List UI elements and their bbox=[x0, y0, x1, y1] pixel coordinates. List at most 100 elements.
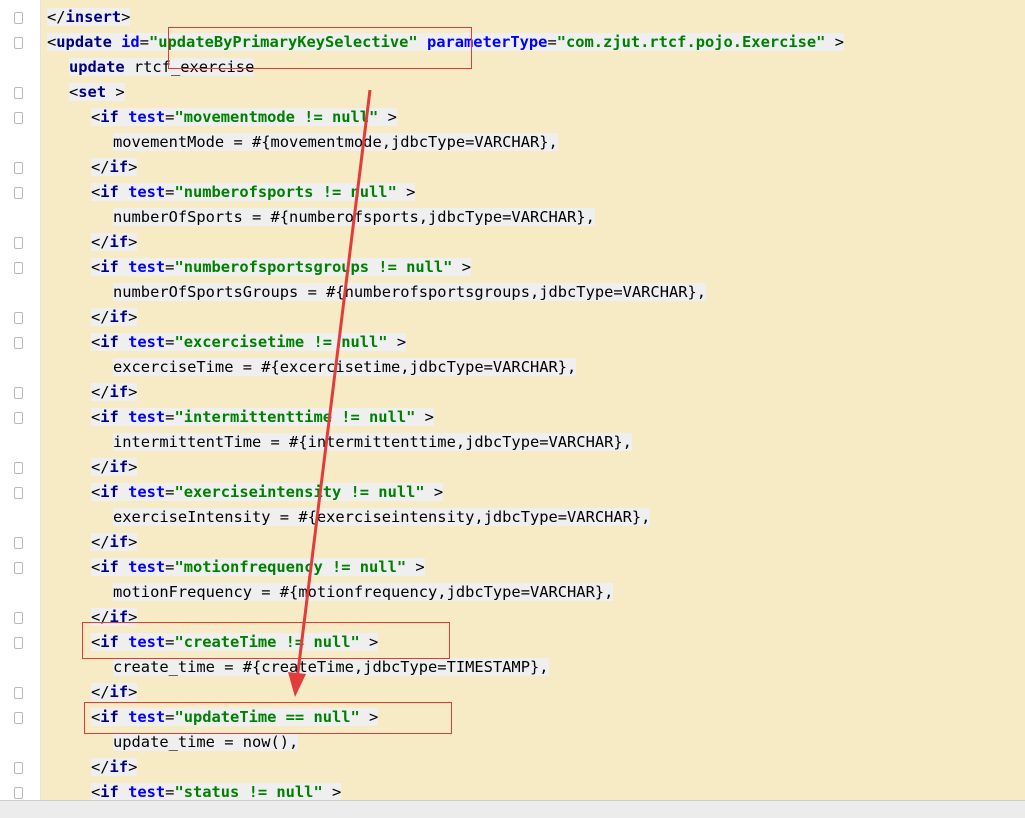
code-line-content: intermittentTime = #{intermittenttime,jd… bbox=[113, 433, 632, 451]
code-line[interactable]: </if> bbox=[91, 305, 138, 330]
code-token: if bbox=[109, 308, 129, 326]
code-token: test bbox=[128, 108, 166, 126]
code-line-content: </if> bbox=[91, 758, 138, 776]
fold-marker-icon[interactable] bbox=[14, 712, 23, 724]
code-token: "excercisetime != null" bbox=[174, 333, 397, 351]
code-token: "movementmode != null" bbox=[174, 108, 388, 126]
code-token: "numberofsportsgroups != null" bbox=[174, 258, 462, 276]
code-token: create_time = #{createTime,jdbcType=TIME… bbox=[113, 658, 549, 676]
code-line[interactable]: intermittentTime = #{intermittenttime,jd… bbox=[113, 430, 632, 455]
code-line[interactable]: movementMode = #{movementmode,jdbcType=V… bbox=[113, 130, 558, 155]
code-editor[interactable]: </insert> <update id="updateByPrimaryKeyS… bbox=[0, 0, 1025, 800]
code-token: if bbox=[109, 458, 129, 476]
fold-marker-icon[interactable] bbox=[14, 262, 23, 274]
fold-marker-icon[interactable] bbox=[14, 487, 23, 499]
code-token: set bbox=[78, 83, 116, 101]
fold-marker-icon[interactable] bbox=[14, 237, 23, 249]
code-token: insert bbox=[65, 8, 122, 26]
fold-marker-icon[interactable] bbox=[14, 687, 23, 699]
code-token: < bbox=[91, 408, 101, 426]
code-line[interactable]: </if> bbox=[91, 380, 138, 405]
code-line[interactable]: </insert> bbox=[47, 5, 131, 30]
code-token: < bbox=[91, 108, 101, 126]
code-line-content: <if test="motionfrequency != null" > bbox=[91, 558, 425, 576]
code-token: intermittentTime = #{intermittenttime,jd… bbox=[113, 433, 632, 451]
fold-marker-icon[interactable] bbox=[14, 37, 23, 49]
code-token: test bbox=[128, 783, 166, 800]
code-token: < bbox=[91, 558, 101, 576]
code-line[interactable]: <if test="movementmode != null" > bbox=[91, 105, 397, 130]
code-line[interactable]: numberOfSports = #{numberofsports,jdbcTy… bbox=[113, 205, 595, 230]
code-line[interactable]: <if test="intermittenttime != null" > bbox=[91, 405, 434, 430]
code-token: </ bbox=[91, 308, 110, 326]
fold-marker-icon[interactable] bbox=[14, 112, 23, 124]
code-token: "com.zjut.rtcf.pojo.Exercise" bbox=[556, 33, 835, 51]
fold-marker-icon[interactable] bbox=[14, 637, 23, 649]
fold-marker-icon[interactable] bbox=[14, 562, 23, 574]
code-token: test bbox=[128, 333, 166, 351]
code-line[interactable]: </if> bbox=[91, 755, 138, 780]
code-token: </ bbox=[91, 158, 110, 176]
fold-marker-icon[interactable] bbox=[14, 187, 23, 199]
code-token: if bbox=[109, 233, 129, 251]
code-line[interactable]: excerciseTime = #{excercisetime,jdbcType… bbox=[113, 355, 577, 380]
highlight-box-update-id bbox=[168, 27, 472, 69]
code-line[interactable]: <if test="status != null" > bbox=[91, 780, 342, 800]
code-token: if bbox=[100, 258, 129, 276]
code-line-content: </insert> bbox=[47, 8, 131, 26]
code-line[interactable]: <if test="exerciseintensity != null" > bbox=[91, 480, 444, 505]
fold-marker-icon[interactable] bbox=[14, 612, 23, 624]
code-token: if bbox=[109, 683, 129, 701]
code-line-content: <if test="exerciseintensity != null" > bbox=[91, 483, 444, 501]
fold-marker-icon[interactable] bbox=[14, 537, 23, 549]
code-token: update bbox=[56, 33, 122, 51]
code-token: numberOfSports = #{numberofsports,jdbcTy… bbox=[113, 208, 595, 226]
code-line[interactable]: motionFrequency = #{motionfrequency,jdbc… bbox=[113, 580, 614, 605]
code-token: < bbox=[91, 258, 101, 276]
code-line[interactable]: numberOfSportsGroups = #{numberofsportsg… bbox=[113, 280, 707, 305]
code-token: if bbox=[100, 483, 129, 501]
code-token: if bbox=[109, 158, 129, 176]
code-line-content: </if> bbox=[91, 683, 138, 701]
code-token: test bbox=[128, 183, 166, 201]
fold-marker-icon[interactable] bbox=[14, 337, 23, 349]
code-token: if bbox=[109, 758, 129, 776]
code-token: > bbox=[128, 758, 138, 776]
code-line[interactable]: exerciseIntensity = #{exerciseintensity,… bbox=[113, 505, 651, 530]
code-token: if bbox=[100, 333, 129, 351]
code-line-content: </if> bbox=[91, 383, 138, 401]
code-token: < bbox=[69, 83, 79, 101]
code-token: > bbox=[128, 458, 138, 476]
code-line-content: <if test="numberofsportsgroups != null" … bbox=[91, 258, 471, 276]
fold-marker-icon[interactable] bbox=[14, 787, 23, 799]
fold-marker-icon[interactable] bbox=[14, 387, 23, 399]
highlight-box-updatetime-if bbox=[84, 702, 452, 734]
code-line-content: <if test="movementmode != null" > bbox=[91, 108, 397, 126]
fold-marker-icon[interactable] bbox=[14, 412, 23, 424]
code-line[interactable]: <if test="motionfrequency != null" > bbox=[91, 555, 425, 580]
code-token: </ bbox=[91, 683, 110, 701]
code-token: > bbox=[128, 533, 138, 551]
code-line[interactable]: <if test="numberofsports != null" > bbox=[91, 180, 416, 205]
code-line[interactable]: <if test="excercisetime != null" > bbox=[91, 330, 407, 355]
code-token: "status != null" bbox=[174, 783, 332, 800]
code-line[interactable]: </if> bbox=[91, 230, 138, 255]
code-token: > bbox=[461, 258, 471, 276]
code-line[interactable]: </if> bbox=[91, 455, 138, 480]
code-token: < bbox=[91, 483, 101, 501]
fold-marker-icon[interactable] bbox=[14, 12, 23, 24]
status-strip bbox=[0, 800, 1025, 818]
code-line[interactable]: <if test="numberofsportsgroups != null" … bbox=[91, 255, 471, 280]
code-token: "exerciseintensity != null" bbox=[174, 483, 434, 501]
fold-marker-icon[interactable] bbox=[14, 312, 23, 324]
fold-marker-icon[interactable] bbox=[14, 462, 23, 474]
code-line-content: excerciseTime = #{excercisetime,jdbcType… bbox=[113, 358, 577, 376]
code-line[interactable]: <set > bbox=[69, 80, 125, 105]
code-line[interactable]: </if> bbox=[91, 155, 138, 180]
fold-marker-icon[interactable] bbox=[14, 762, 23, 774]
code-token: > bbox=[128, 308, 138, 326]
fold-marker-icon[interactable] bbox=[14, 162, 23, 174]
fold-marker-icon[interactable] bbox=[14, 87, 23, 99]
code-token: </ bbox=[47, 8, 66, 26]
code-line[interactable]: </if> bbox=[91, 530, 138, 555]
